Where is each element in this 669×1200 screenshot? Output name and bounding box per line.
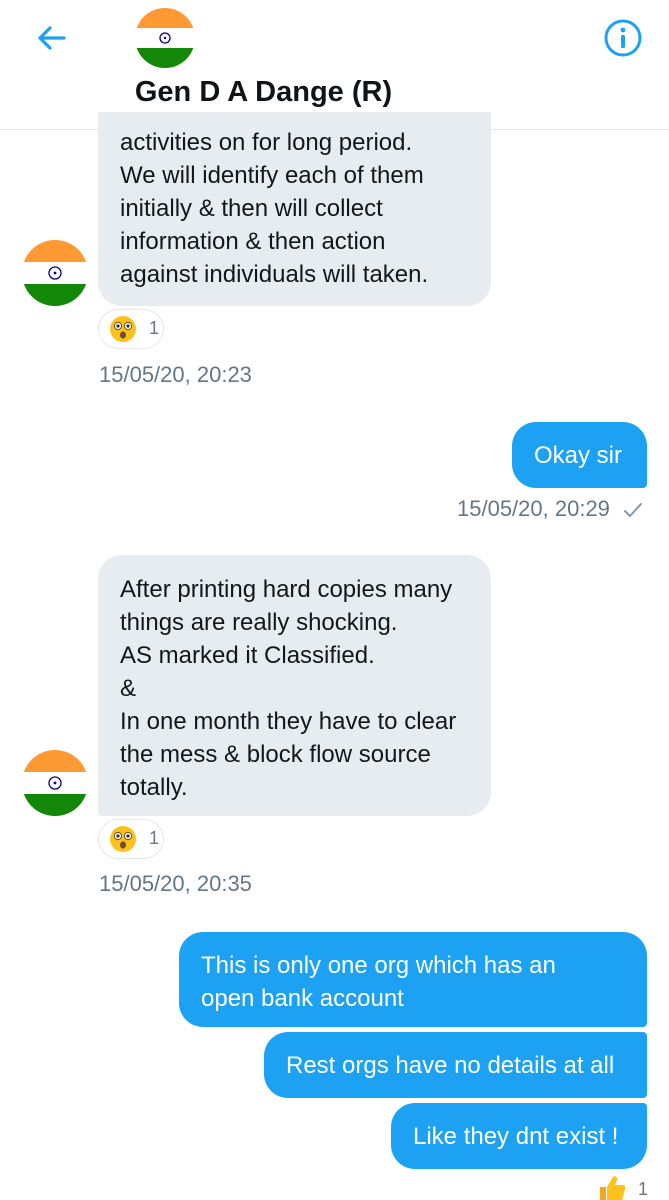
sender-avatar[interactable] xyxy=(22,750,88,816)
reaction-count: 1 xyxy=(149,828,160,848)
message-bubble-outgoing[interactable]: This is only one org which has an open b… xyxy=(179,932,647,1027)
message-bubble-outgoing[interactable]: Okay sir xyxy=(512,422,647,488)
contact-avatar[interactable] xyxy=(135,8,195,68)
info-icon[interactable] xyxy=(603,18,643,58)
india-flag-icon xyxy=(400,78,434,102)
conversation-header: Gen D A Dange (R) xyxy=(0,0,669,130)
reaction-badge[interactable]: 1 xyxy=(594,1173,654,1200)
reaction-count: 1 xyxy=(638,1179,649,1199)
thumbs-up-icon xyxy=(600,1176,626,1200)
message-timestamp: 15/05/20, 20:23 xyxy=(99,362,252,387)
message-timestamp: 15/05/20, 20:29 xyxy=(457,496,610,521)
sent-check-icon xyxy=(624,503,642,517)
reaction-count: 1 xyxy=(149,318,160,338)
astonished-face-icon xyxy=(110,826,136,852)
message-bubble-outgoing[interactable]: Like they dnt exist ! xyxy=(391,1103,647,1169)
message-bubble-incoming[interactable]: After printing hard copies many things a… xyxy=(98,555,491,816)
contact-name-row[interactable]: Gen D A Dange (R) xyxy=(0,76,669,109)
astonished-face-icon xyxy=(110,316,136,342)
contact-name: Gen D A Dange (R) xyxy=(134,76,393,108)
message-timestamp: 15/05/20, 20:35 xyxy=(99,871,252,896)
arrow-left-icon[interactable] xyxy=(34,20,70,56)
message-bubble-outgoing[interactable]: Rest orgs have no details at all xyxy=(264,1032,647,1098)
reaction-badge[interactable]: 1 xyxy=(98,819,164,859)
message-bubble-incoming[interactable]: activities on for long period. We will i… xyxy=(98,112,491,306)
reaction-badge[interactable]: 1 xyxy=(98,309,164,349)
sender-avatar[interactable] xyxy=(22,240,88,306)
